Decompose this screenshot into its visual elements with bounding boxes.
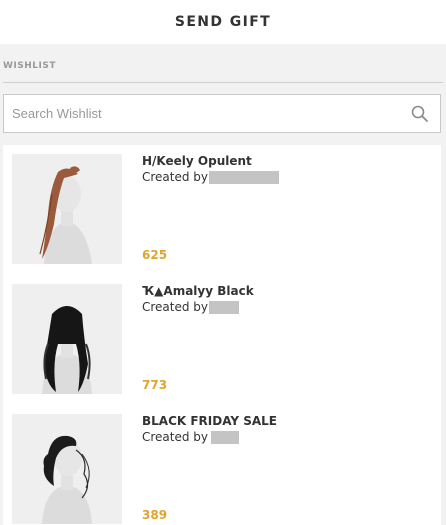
created-by-label: Created by <box>142 170 209 184</box>
wishlist-item[interactable]: H/Keely Opulent Created by 625 <box>3 145 441 275</box>
search-input[interactable] <box>4 95 394 132</box>
item-name: H/Keely Opulent <box>142 154 252 168</box>
item-name: BLACK FRIDAY SALE <box>142 414 278 428</box>
item-thumbnail <box>12 154 122 264</box>
section-divider <box>3 82 443 83</box>
item-name: Ҡ▲Amalyy Black <box>142 284 254 298</box>
creator-name-redacted <box>211 430 240 444</box>
wishlist-section-label: WISHLIST <box>3 61 56 71</box>
item-price: 773 <box>142 378 168 392</box>
item-price: 625 <box>142 248 168 262</box>
created-by-label: Created by <box>142 300 209 314</box>
creator-name-redacted <box>209 300 240 314</box>
item-price: 389 <box>142 508 168 522</box>
page-title: SEND GIFT <box>174 14 272 30</box>
created-by-label: Created by <box>142 430 209 444</box>
wishlist-item[interactable]: Ҡ▲Amalyy Black Created by 773 <box>3 275 441 405</box>
item-thumbnail <box>12 284 122 394</box>
search-box <box>3 94 441 133</box>
creator-name-redacted <box>209 170 280 184</box>
item-creator: Created by <box>142 430 240 444</box>
search-icon[interactable] <box>410 104 430 124</box>
wishlist-item[interactable]: BLACK FRIDAY SALE Created by 389 <box>3 405 441 525</box>
top-bar: SEND GIFT <box>0 0 446 44</box>
item-creator: Created by <box>142 300 240 314</box>
item-thumbnail <box>12 414 122 524</box>
wishlist-items: H/Keely Opulent Created by 625 Ҡ▲Amalyy … <box>3 145 441 525</box>
item-creator: Created by <box>142 170 280 184</box>
